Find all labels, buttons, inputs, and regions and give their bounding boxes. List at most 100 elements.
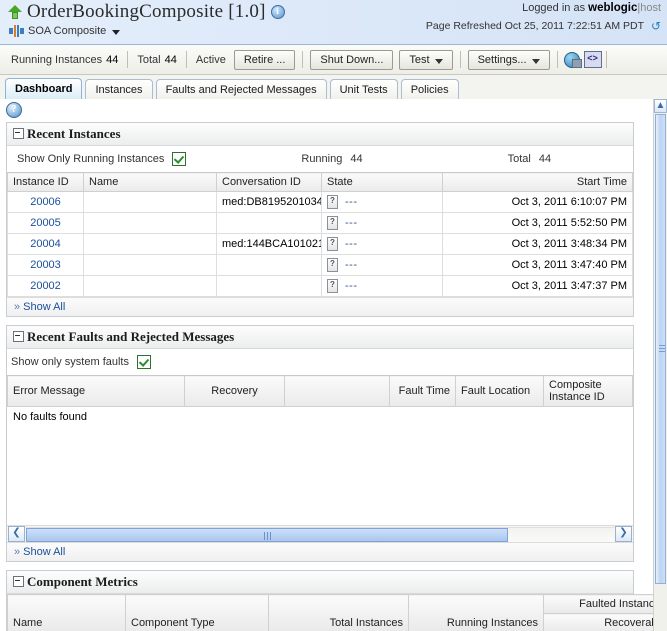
help-icon[interactable]: ? <box>6 102 22 118</box>
col-state[interactable]: State <box>321 172 443 192</box>
col-total-instances[interactable]: Total Instances <box>268 594 409 631</box>
page-scroll-track[interactable] <box>654 114 667 631</box>
scroll-up-icon[interactable]: ▲ <box>654 99 667 113</box>
recent-faults-header[interactable]: Recent Faults and Rejected Messages <box>7 326 633 349</box>
retire-button[interactable]: Retire ... <box>233 49 296 70</box>
col-name[interactable]: Name <box>83 172 217 192</box>
instance-id-link[interactable]: 20004 <box>30 238 61 250</box>
start-time: Oct 3, 2011 5:52:50 PM <box>442 212 633 234</box>
table-row[interactable]: 20005 ? --- Oct 3, 2011 5:52:50 PM <box>7 212 633 234</box>
instance-id-link[interactable]: 20005 <box>30 217 61 229</box>
component-metrics-title: Component Metrics <box>27 574 138 589</box>
tab-unit-tests[interactable]: Unit Tests <box>329 79 398 100</box>
test-button-label: Test <box>409 53 430 66</box>
scroll-left-icon[interactable]: ❮ <box>8 526 25 542</box>
composite-type-row[interactable]: SOA Composite <box>9 25 121 37</box>
col-recoverable[interactable]: Recoverable <box>543 613 653 631</box>
main-tabs: Dashboard Instances Faults and Rejected … <box>0 75 667 100</box>
settings-button[interactable]: Settings... <box>467 49 550 70</box>
unknown-state-icon: ? <box>327 195 338 209</box>
no-faults-message: No faults found <box>13 411 87 423</box>
soa-composite-icon <box>9 25 24 37</box>
collapse-toggle-icon[interactable] <box>13 330 24 342</box>
logged-in-info: Logged in as weblogic|host <box>426 2 661 14</box>
col-start-time[interactable]: Start Time <box>442 172 633 192</box>
xml-source-icon[interactable]: <> <box>583 51 602 68</box>
instance-name <box>83 212 217 234</box>
divider <box>459 51 461 68</box>
double-chevron-icon: » <box>14 301 21 313</box>
tab-instances[interactable]: Instances <box>85 79 153 100</box>
test-button[interactable]: Test <box>399 49 453 70</box>
show-all-link[interactable]: Show All <box>23 301 65 313</box>
recent-faults-filter-row: Show only system faults <box>7 349 633 375</box>
instance-state: ? --- <box>321 191 443 213</box>
recent-faults-title: Recent Faults and Rejected Messages <box>27 329 235 344</box>
chevron-down-icon <box>434 58 443 64</box>
divider <box>185 51 187 68</box>
table-header-row: Error Message Recovery Fault Time Fault … <box>7 375 633 407</box>
show-only-system-faults-checkbox[interactable] <box>137 355 151 369</box>
instance-state: ? --- <box>321 233 443 255</box>
conversation-id: med:DB8195201034 <box>216 191 322 213</box>
unknown-state-icon: ? <box>327 216 338 230</box>
table-row[interactable]: 20002 ? --- Oct 3, 2011 3:47:37 PM <box>7 275 633 297</box>
recent-faults-body: Show only system faults Error Message Re… <box>7 349 633 561</box>
instance-id-link[interactable]: 20003 <box>30 259 61 271</box>
hscroll-thumb[interactable] <box>26 527 509 542</box>
col-composite-instance-id[interactable]: Composite Instance ID <box>543 375 633 407</box>
instance-id-link[interactable]: 20006 <box>30 196 61 208</box>
composite-toolbar: Running Instances 44 Total 44 Active Retir… <box>0 45 667 75</box>
collapse-toggle-icon[interactable] <box>13 575 24 587</box>
col-name[interactable]: Name <box>7 594 126 631</box>
double-chevron-icon: » <box>14 546 21 558</box>
start-time: Oct 3, 2011 3:47:37 PM <box>442 275 633 297</box>
unknown-state-icon: ? <box>327 237 338 251</box>
col-fault-location[interactable]: Fault Location <box>455 375 544 407</box>
running-instances-stat: Running Instances 44 <box>6 54 123 66</box>
recent-faults-panel: Recent Faults and Rejected Messages Show… <box>6 325 634 562</box>
chevron-down-icon[interactable] <box>112 29 121 35</box>
collapse-toggle-icon[interactable] <box>13 127 24 139</box>
total-instances-stat: Total 44 <box>132 54 182 66</box>
tab-dashboard[interactable]: Dashboard <box>5 78 83 100</box>
recent-instances-header[interactable]: Recent Instances <box>7 123 633 146</box>
instance-name <box>83 191 217 213</box>
page-header: OrderBookingComposite [1.0] i SOA Compos… <box>0 0 667 45</box>
total-label: Total <box>137 53 161 66</box>
state-text: --- <box>345 196 358 208</box>
total-count-value: 44 <box>538 153 552 165</box>
page-scroll-thumb[interactable] <box>655 114 666 584</box>
table-row[interactable]: 20003 ? --- Oct 3, 2011 3:47:40 PM <box>7 254 633 276</box>
component-metrics-header[interactable]: Component Metrics <box>7 571 633 594</box>
table-row[interactable]: 20006 med:DB8195201034 ? --- Oct 3, 2011 … <box>7 191 633 213</box>
tab-faults-and-rejected-messages[interactable]: Faults and Rejected Messages <box>155 79 327 100</box>
conversation-id: med:144BCA101021 <box>216 233 322 255</box>
col-error-message[interactable]: Error Message <box>7 375 185 407</box>
hscroll-track[interactable] <box>26 526 614 542</box>
tab-policies[interactable]: Policies <box>400 79 459 100</box>
col-conversation-id[interactable]: Conversation ID <box>216 172 322 192</box>
host-name: host <box>640 2 661 14</box>
info-icon[interactable]: i <box>270 5 285 19</box>
col-component-type[interactable]: Component Type <box>125 594 269 631</box>
col-instance-id[interactable]: Instance ID <box>7 172 84 192</box>
page-vertical-scrollbar[interactable]: ▲ <box>653 99 667 631</box>
instance-id-link[interactable]: 20002 <box>30 280 61 292</box>
col-recovery[interactable]: Recovery <box>184 375 285 407</box>
globe-deploy-icon[interactable] <box>563 51 582 68</box>
recent-faults-show-all[interactable]: » Show All <box>7 542 633 561</box>
col-running-instances[interactable]: Running Instances <box>408 594 544 631</box>
shutdown-button[interactable]: Shut Down... <box>310 49 394 70</box>
faults-horizontal-scrollbar[interactable]: ❮ ❯ <box>7 525 633 542</box>
col-fault-time[interactable]: Fault Time <box>389 375 456 407</box>
table-row[interactable]: 20004 med:144BCA101021 ? --- Oct 3, 2011 … <box>7 233 633 255</box>
composite-type-label: SOA Composite <box>28 25 107 37</box>
show-only-running-checkbox[interactable] <box>172 152 187 166</box>
refresh-icon[interactable]: ↺ <box>649 20 661 32</box>
scroll-right-icon[interactable]: ❯ <box>615 526 632 542</box>
show-all-link[interactable]: Show All <box>23 546 65 558</box>
instance-name <box>83 233 217 255</box>
recent-instances-show-all[interactable]: » Show All <box>7 297 633 316</box>
recent-instances-table: Instance ID Name Conversation ID State S… <box>7 172 633 297</box>
